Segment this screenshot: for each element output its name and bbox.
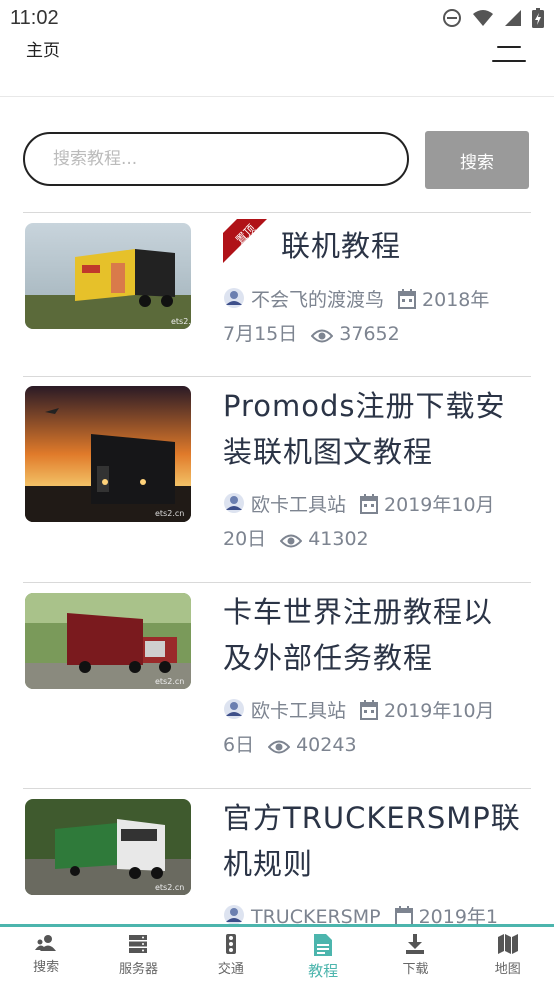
status-time: 11:02 [10, 7, 59, 29]
nav-label: 地图 [494, 962, 521, 977]
nav-label: 交通 [217, 962, 244, 977]
map-icon [497, 934, 518, 954]
post-date-cont: 6日 [223, 734, 255, 756]
post-title-line: 卡车世界注册教程以 [223, 595, 494, 629]
menu-icon-line [492, 60, 526, 62]
nav-item-traffic[interactable]: 交通 [185, 927, 277, 988]
post-views: 37652 [339, 323, 400, 345]
views-eye-icon [280, 534, 303, 548]
post-author: 欧卡工具站 [251, 494, 347, 516]
pinned-badge: 置顶 [223, 219, 267, 263]
post-title-line: 及外部任务教程 [223, 641, 434, 675]
list-item[interactable]: ets2.cn 置顶 联机教程 不会飞的渡渡鸟 2018年 7月15日 37652 [23, 212, 531, 377]
users-icon [35, 935, 57, 951]
bottom-nav: 搜索 服务器 交通 教程 下载 地图 [0, 924, 554, 988]
thumbnail-watermark: ets2.cn [155, 883, 184, 892]
nav-label: 教程 [308, 962, 339, 980]
post-author: TRUCKERSMP [251, 906, 381, 925]
search-button[interactable]: 搜索 [425, 131, 529, 189]
post-date: 2019年10月 [384, 494, 495, 516]
thumbnail-watermark: ets2.cn [155, 677, 184, 686]
post-date: 2019年1 [418, 906, 499, 925]
post-author: 不会飞的渡渡鸟 [251, 289, 385, 311]
views-eye-icon [311, 329, 334, 343]
views-eye-icon [268, 740, 291, 754]
nav-label: 服务器 [118, 962, 158, 977]
server-icon [129, 935, 148, 953]
post-title[interactable]: 卡车世界注册教程以 及外部任务教程 [223, 589, 533, 681]
author-avatar-icon [224, 288, 244, 308]
post-meta: 不会飞的渡渡鸟 2018年 7月15日 37652 [223, 283, 535, 351]
post-views: 41302 [308, 528, 369, 550]
post-title-line: 装联机图文教程 [223, 435, 434, 469]
post-date: 2019年10月 [384, 700, 495, 722]
nav-item-search[interactable]: 搜索 [0, 927, 92, 988]
post-title[interactable]: 联机教程 [281, 223, 531, 269]
nav-item-download[interactable]: 下载 [369, 927, 461, 988]
calendar-icon [360, 494, 379, 514]
battery-charging-icon [532, 8, 544, 28]
post-views: 40243 [296, 734, 357, 756]
status-bar: 11:02 [0, 0, 554, 36]
thumbnail-watermark: ets2.cn [171, 317, 191, 326]
thumbnail-watermark: ets2.cn [155, 509, 184, 518]
post-author: 欧卡工具站 [251, 700, 347, 722]
post-thumbnail[interactable]: ets2.cn [25, 386, 191, 522]
post-meta: 欧卡工具站 2019年10月 6日 40243 [223, 694, 535, 762]
post-date-cont: 20日 [223, 528, 267, 550]
calendar-icon [394, 906, 413, 925]
post-thumbnail[interactable]: ets2.cn [25, 799, 191, 895]
post-meta: 欧卡工具站 2019年10月 20日 41302 [223, 488, 535, 556]
author-avatar-icon [224, 493, 244, 513]
download-icon [406, 934, 425, 954]
post-meta: TRUCKERSMP 2019年1 [223, 900, 531, 925]
list-item[interactable]: ets2.cn Promods注册下载安 装联机图文教程 欧卡工具站 2019年1… [23, 376, 531, 583]
nav-label: 搜索 [33, 960, 60, 975]
post-thumbnail[interactable]: ets2.cn [25, 223, 191, 329]
list-item[interactable]: ets2.cn 卡车世界注册教程以 及外部任务教程 欧卡工具站 2019年10月 … [23, 582, 531, 789]
post-title[interactable]: 官方TRUCKERSMP联 机规则 [223, 795, 531, 887]
traffic-light-icon [225, 934, 236, 954]
post-title[interactable]: Promods注册下载安 装联机图文教程 [223, 383, 533, 475]
post-date-cont: 7月15日 [223, 323, 298, 345]
calendar-icon [360, 700, 379, 720]
menu-button[interactable] [492, 44, 526, 64]
nav-item-tutorials[interactable]: 教程 [277, 927, 369, 988]
do-not-disturb-icon [443, 9, 461, 27]
page-title: 主页 [26, 41, 60, 61]
author-avatar-icon [224, 905, 244, 925]
status-icons [442, 8, 544, 28]
post-thumbnail[interactable]: ets2.cn [25, 593, 191, 689]
app-header: 主页 [0, 36, 554, 97]
list-item[interactable]: ets2.cn 官方TRUCKERSMP联 机规则 TRUCKERSMP 2019… [23, 788, 531, 925]
post-title-line: 官方TRUCKERSMP联 [223, 801, 521, 835]
post-title-line: Promods注册下载安 [223, 389, 506, 423]
nav-item-servers[interactable]: 服务器 [92, 927, 184, 988]
search-input[interactable] [23, 132, 409, 186]
post-date: 2018年 [422, 289, 490, 311]
nav-item-map[interactable]: 地图 [462, 927, 554, 988]
calendar-icon [398, 289, 417, 309]
menu-icon-line [497, 46, 521, 48]
wifi-icon [473, 10, 493, 26]
post-title-line: 机规则 [223, 847, 314, 881]
author-avatar-icon [224, 699, 244, 719]
cell-signal-icon [505, 10, 521, 26]
document-icon [314, 934, 333, 956]
nav-label: 下载 [402, 962, 429, 977]
